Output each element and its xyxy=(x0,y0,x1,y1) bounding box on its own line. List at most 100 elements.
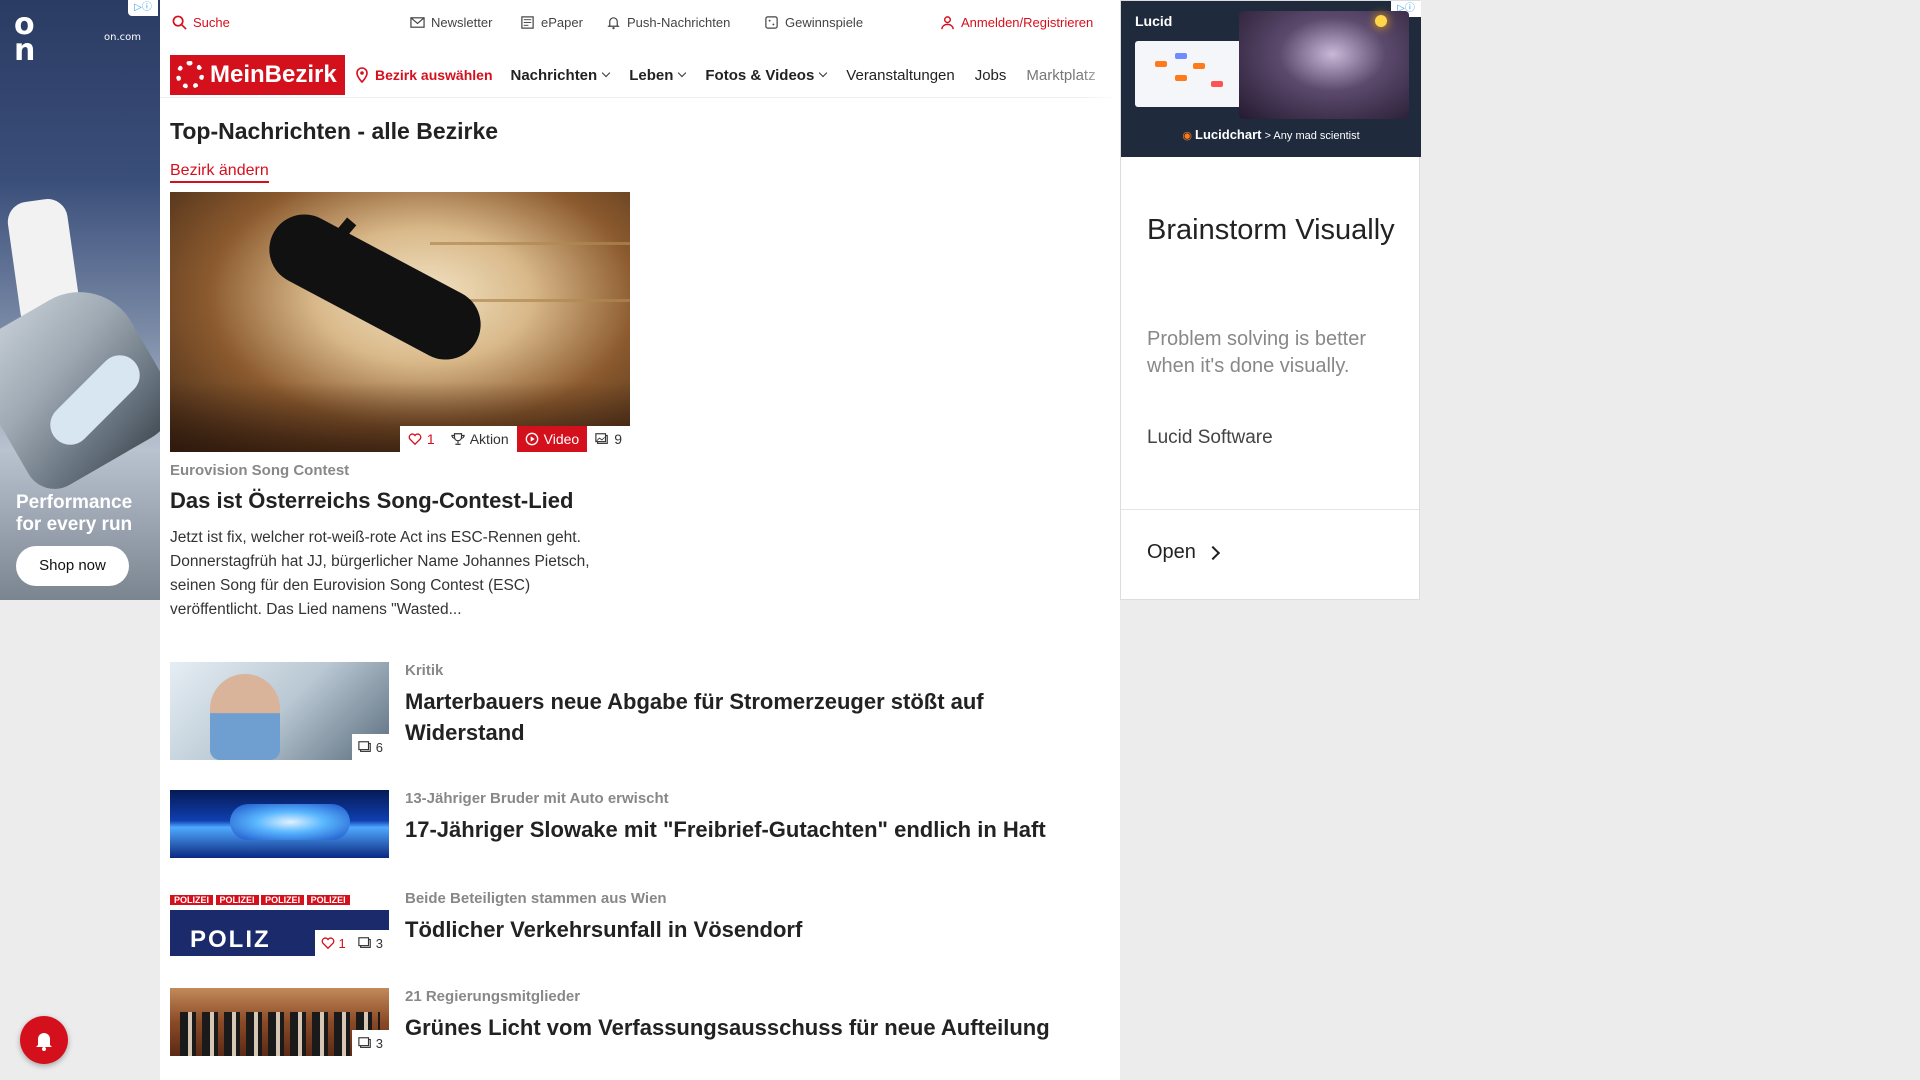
aktion-badge: Aktion xyxy=(442,426,517,452)
list-item[interactable]: 3 21 Regierungsmitglieder Grünes Licht v… xyxy=(170,988,1110,1056)
ad-tagline-line-1: Performance xyxy=(16,492,133,513)
nav-item-veranstaltungen[interactable]: Veranstaltungen xyxy=(846,67,954,84)
hero-teaser: Jetzt ist fix, welcher rot-weiß-rote Act… xyxy=(170,529,590,618)
logo-gear-icon xyxy=(176,61,204,89)
article-headline[interactable]: Marterbauers neue Abgabe für Stromerzeug… xyxy=(405,686,1105,748)
nav-items: Bezirk auswählen Nachrichten Leben Fotos… xyxy=(355,52,1116,98)
hero-headline[interactable]: Das ist Österreichs Song-Contest-Lied xyxy=(170,488,573,514)
gallery-icon xyxy=(358,937,371,948)
article-thumbnail[interactable] xyxy=(170,790,389,858)
ad-open-label: Open xyxy=(1147,541,1196,563)
image-detail-police-sign: POLIZ xyxy=(190,926,271,953)
photo-count-badge: 6 xyxy=(351,734,389,760)
heart-icon xyxy=(408,433,422,446)
nav-item-leben[interactable]: Leben xyxy=(629,66,687,84)
chevron-down-icon xyxy=(819,68,828,78)
likes-badge[interactable]: 1 xyxy=(399,426,443,452)
change-bezirk-link[interactable]: Bezirk ändern xyxy=(170,162,269,183)
notification-bell-button[interactable] xyxy=(20,1016,68,1064)
search-link[interactable]: Suche xyxy=(172,15,230,30)
diagram-node xyxy=(1175,53,1187,59)
article-kicker: 21 Regierungsmitglieder xyxy=(405,988,581,1005)
article-thumbnail[interactable]: POLIZEI POLIZEI POLIZEI POLIZEI POLIZ 1 … xyxy=(170,890,389,956)
hero-article-image[interactable]: 1 Aktion Video 9 xyxy=(170,192,630,452)
ad-caption: ◉ Lucidchart > Any mad scientist xyxy=(1121,127,1421,142)
heart-icon xyxy=(321,937,334,950)
chevron-right-icon xyxy=(1205,545,1221,560)
meinbezirk-logo[interactable]: MeinBezirk xyxy=(170,55,345,95)
list-item[interactable]: POLIZEI POLIZEI POLIZEI POLIZEI POLIZ 1 … xyxy=(170,890,1110,956)
main-content: Suche Newsletter ePaper Push-Nachrichten… xyxy=(160,0,1120,1080)
hero-kicker: Eurovision Song Contest xyxy=(170,462,350,479)
diagram-node xyxy=(1193,63,1205,69)
gewinnspiele-link[interactable]: Gewinnspiele xyxy=(764,15,863,30)
article-kicker: Kritik xyxy=(405,662,444,679)
ad-tagline: Performance for every run xyxy=(16,492,132,536)
photo-count: 6 xyxy=(375,739,383,755)
article-kicker: 13-Jähriger Bruder mit Auto erwischt xyxy=(405,790,669,807)
bezirk-select-button[interactable]: Bezirk auswählen xyxy=(355,67,493,83)
push-label: Push-Nachrichten xyxy=(627,15,731,30)
likes-badge[interactable]: 1 xyxy=(314,930,352,956)
ad-description: Problem solving is better when it's done… xyxy=(1147,328,1366,377)
article-thumbnail[interactable]: 6 xyxy=(170,662,389,760)
prize-icon xyxy=(765,16,778,29)
right-ad-box[interactable]: Lucid ▷ⓘ ◉ Lucidchart > Any mad scientis… xyxy=(1120,0,1421,600)
article-headline[interactable]: 17-Jähriger Slowake mit "Freibrief-Gutac… xyxy=(405,814,1105,845)
login-link[interactable]: Anmelden/Registrieren xyxy=(940,15,1093,30)
main-navigation: MeinBezirk Bezirk auswählen Nachrichten … xyxy=(160,52,1120,98)
user-icon xyxy=(941,16,954,30)
tape-text: POLIZEI xyxy=(261,895,305,905)
ad-banner-image[interactable]: Lucid ▷ⓘ ◉ Lucidchart > Any mad scientis… xyxy=(1121,1,1421,157)
bezirk-select-label: Bezirk auswählen xyxy=(375,67,493,83)
gallery-icon xyxy=(358,741,371,752)
logo-text: MeinBezirk xyxy=(210,61,337,88)
page-title: Top-Nachrichten - alle Bezirke xyxy=(170,118,499,144)
epaper-link[interactable]: ePaper xyxy=(520,15,583,30)
image-detail-police-tape: POLIZEI POLIZEI POLIZEI POLIZEI xyxy=(170,890,389,910)
photo-count-badge: 3 xyxy=(351,930,389,956)
search-icon xyxy=(172,15,187,30)
chevron-down-icon xyxy=(601,68,611,78)
left-ad-banner[interactable]: on on.com ▷ⓘ Performance for every run S… xyxy=(0,0,160,600)
login-label: Anmelden/Registrieren xyxy=(961,15,1094,30)
article-thumbnail[interactable]: 3 xyxy=(170,988,389,1056)
epaper-label: ePaper xyxy=(541,15,583,30)
list-item[interactable]: 13-Jähriger Bruder mit Auto erwischt 17-… xyxy=(170,790,1110,858)
search-label: Suche xyxy=(193,15,230,30)
article-headline[interactable]: Grünes Licht vom Verfassungsausschuss fü… xyxy=(405,1012,1105,1043)
likes-count: 1 xyxy=(426,431,435,447)
newsletter-link[interactable]: Newsletter xyxy=(410,15,492,30)
photo-count-badge: 9 xyxy=(587,426,630,452)
ad-company: Lucid Software xyxy=(1147,427,1273,448)
gallery-icon xyxy=(358,1037,371,1048)
photo-count: 3 xyxy=(375,1035,383,1051)
nav-label: Veranstaltungen xyxy=(846,66,955,84)
nav-scroll-fade xyxy=(1080,52,1120,98)
diagram-node xyxy=(1175,75,1187,81)
shop-now-button[interactable]: Shop now xyxy=(16,546,129,586)
ad-choices-icon[interactable]: ▷ⓘ xyxy=(128,0,158,16)
nav-item-nachrichten[interactable]: Nachrichten xyxy=(511,67,611,84)
ad-image-diagram xyxy=(1135,41,1253,107)
ad-open-button[interactable]: Open xyxy=(1147,541,1221,564)
ad-url: on.com xyxy=(104,32,141,43)
nav-label: Leben xyxy=(629,66,674,84)
tape-text: POLIZEI xyxy=(170,895,214,905)
list-item[interactable]: 6 Kritik Marterbauers neue Abgabe für St… xyxy=(170,662,1110,760)
image-detail-person xyxy=(210,674,280,760)
hero-badges: 1 Aktion Video 9 xyxy=(399,426,630,452)
nav-item-fotos-videos[interactable]: Fotos & Videos xyxy=(705,67,828,84)
ad-title: Brainstorm Visually xyxy=(1147,214,1395,246)
article-headline[interactable]: Tödlicher Verkehrsunfall in Vösendorf xyxy=(405,914,1105,945)
top-utility-bar: Suche Newsletter ePaper Push-Nachrichten… xyxy=(160,0,1120,46)
push-notifications-link[interactable]: Push-Nachrichten xyxy=(606,15,730,30)
newsletter-label: Newsletter xyxy=(431,15,493,30)
thumb-badges: 1 3 xyxy=(314,930,389,956)
bell-icon xyxy=(607,17,620,30)
gewinnspiele-label: Gewinnspiele xyxy=(785,15,864,30)
nav-item-jobs[interactable]: Jobs xyxy=(975,67,1007,84)
caption-text: > Any mad scientist xyxy=(1264,130,1360,142)
thumb-badges: 6 xyxy=(351,734,389,760)
gallery-icon xyxy=(595,433,609,444)
